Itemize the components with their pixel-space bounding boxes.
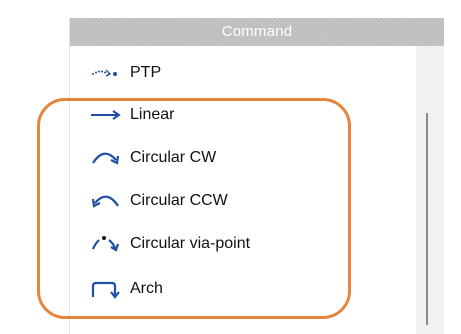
command-item-circular-via-point[interactable]: Circular via-point xyxy=(90,229,390,259)
circular-ccw-icon xyxy=(90,189,124,213)
scrollbar-thumb[interactable] xyxy=(426,113,428,325)
command-label: Arch xyxy=(130,280,163,297)
command-label: Linear xyxy=(130,106,175,123)
command-item-arch[interactable]: Arch xyxy=(90,274,390,304)
command-screenshot: Command PTP Linear Circular CW Circular … xyxy=(0,0,461,334)
command-label: Circular via-point xyxy=(130,235,251,252)
command-item-circular-cw[interactable]: Circular CW xyxy=(90,143,390,173)
command-item-ptp[interactable]: PTP xyxy=(90,58,390,88)
arch-icon xyxy=(90,277,124,301)
command-label: Circular CCW xyxy=(130,192,228,209)
scrollbar-track[interactable] xyxy=(416,46,444,334)
panel-header: Command xyxy=(70,18,444,46)
ptp-motion-icon xyxy=(90,61,124,85)
linear-arrow-icon xyxy=(90,103,124,127)
command-item-linear[interactable]: Linear xyxy=(90,100,390,130)
command-item-circular-ccw[interactable]: Circular CCW xyxy=(90,186,390,216)
command-label: PTP xyxy=(130,64,162,81)
command-panel: Command PTP Linear Circular CW Circular … xyxy=(69,18,444,334)
circular-via-point-icon xyxy=(90,232,124,256)
command-label: Circular CW xyxy=(130,149,217,166)
circular-cw-icon xyxy=(90,146,124,170)
